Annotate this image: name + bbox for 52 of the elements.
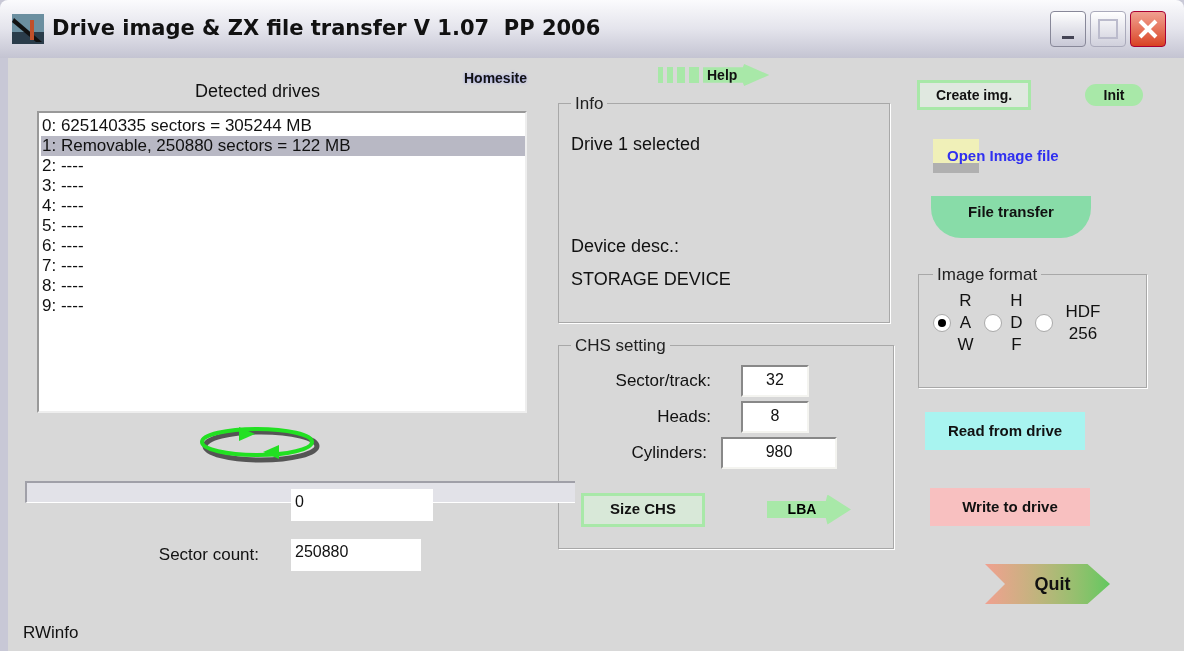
open-image-button[interactable]: Open Image file: [933, 138, 1093, 174]
drive-item[interactable]: 1: Removable, 250880 sectors = 122 MB: [41, 136, 525, 156]
group-title: CHS setting: [574, 335, 667, 357]
group-title: Image format: [936, 264, 1039, 286]
init-button[interactable]: Init: [1085, 84, 1143, 106]
help-button[interactable]: Help: [658, 63, 898, 87]
text-field[interactable]: 0: [291, 489, 433, 521]
text-field[interactable]: 980: [721, 436, 837, 469]
drive-item[interactable]: 0: 625140335 sectors = 305244 MB: [41, 116, 523, 136]
drive-item[interactable]: 3: ----: [41, 176, 523, 196]
quit-button[interactable]: Quit: [985, 564, 1110, 604]
radio-label: HDF: [1009, 289, 1024, 356]
drive-item[interactable]: 7: ----: [41, 256, 523, 276]
drive-item[interactable]: 4: ----: [41, 196, 523, 216]
window-title: Drive image & ZX file transfer V 1.07 PP 2006: [52, 15, 601, 43]
list-caption: Detected drives: [195, 80, 321, 103]
create-image-button[interactable]: Create img.: [917, 80, 1031, 110]
radio-button[interactable]: [933, 313, 951, 332]
close-icon: [1137, 18, 1159, 40]
radio-label: RAW: [957, 289, 974, 356]
app-icon: [12, 14, 44, 44]
drive-item[interactable]: 5: ----: [41, 216, 523, 236]
text-field[interactable]: 32: [741, 364, 809, 397]
drive-item[interactable]: 8: ----: [41, 276, 523, 296]
maximize-icon: [1098, 19, 1118, 39]
file-transfer-button[interactable]: File transfer: [931, 196, 1091, 238]
size-chs-button[interactable]: Size CHS: [581, 492, 705, 527]
lba-button[interactable]: LBA: [767, 494, 851, 525]
field-label: Sector/track:: [614, 369, 711, 392]
homesite-link[interactable]: Homesite: [463, 68, 527, 111]
radio-button[interactable]: [984, 313, 1002, 332]
group-title: Info: [574, 93, 605, 115]
minimize-button[interactable]: [1050, 11, 1086, 47]
text-field[interactable]: 8: [741, 400, 809, 433]
radio-label: HDF 256: [1064, 300, 1102, 345]
info-message: Drive 1 selected: [571, 132, 702, 156]
drive-item[interactable]: 6: ----: [41, 236, 523, 256]
read-drive-button[interactable]: Read from drive: [925, 412, 1085, 450]
field-label: Heads:: [656, 405, 711, 428]
field-label: Cylinders:: [630, 441, 707, 464]
status-text: RWinfo: [23, 621, 80, 644]
write-drive-button[interactable]: Write to drive: [930, 488, 1090, 526]
refresh-icon[interactable]: [199, 425, 321, 463]
drive-item[interactable]: 9: ----: [41, 296, 523, 316]
radio-button[interactable]: [1035, 313, 1053, 332]
field-label: Sector count:: [157, 544, 259, 567]
info-label: Device desc.:: [571, 234, 681, 258]
close-button[interactable]: [1130, 11, 1166, 47]
text-field[interactable]: 250880: [291, 539, 421, 571]
drive-item[interactable]: 2: ----: [41, 156, 523, 176]
minimize-icon: [1062, 36, 1074, 39]
device-name: STORAGE DEVICE: [571, 267, 732, 291]
